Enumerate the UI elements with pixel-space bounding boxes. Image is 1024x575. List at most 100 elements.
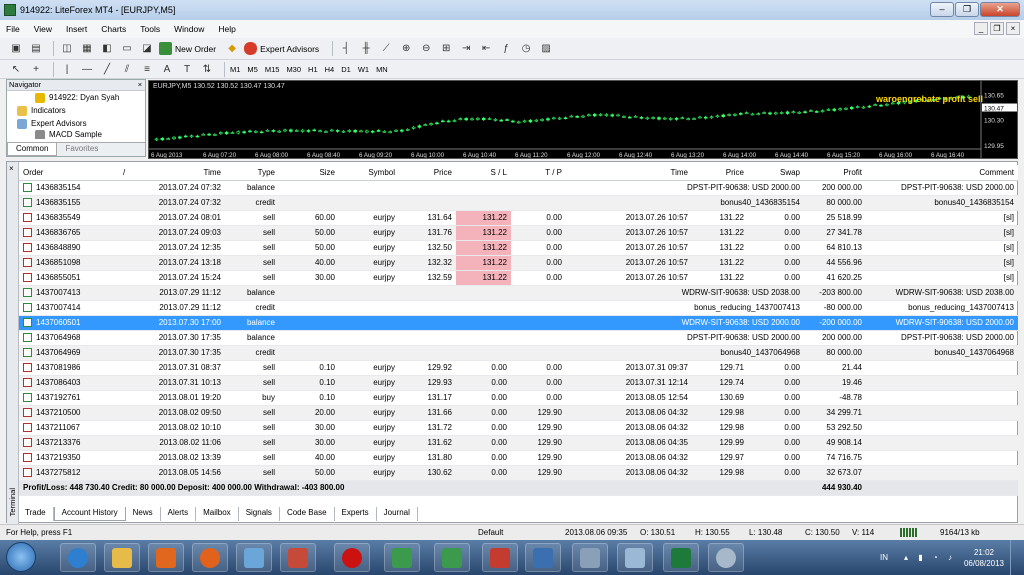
vertical-line-icon[interactable]: | [59,62,75,77]
table-row[interactable]: 1437211067 2013.08.02 10:10 sell 30.00 eurjp… [19,420,1018,436]
col-comment[interactable]: Comment [866,165,1018,181]
timeframe-w1[interactable]: W1 [358,65,369,74]
menu-window[interactable]: Window [174,24,204,34]
table-row[interactable]: 1437192761 2013.08.01 19:20 buy 0.10 eurjpy 1… [19,390,1018,406]
restore-button[interactable]: ❐ [955,2,979,17]
tab-experts[interactable]: Experts [335,507,377,521]
mdi-restore-button[interactable]: ❐ [990,22,1004,35]
col-order[interactable]: Order [19,165,119,181]
menu-file[interactable]: File [6,24,20,34]
fibonacci-icon[interactable]: ≡ [139,62,155,77]
auto-scroll-icon[interactable]: ⇥ [458,41,474,56]
line-chart-icon[interactable]: ⟋ [378,41,394,56]
taskbar-app-icon[interactable] [617,543,653,572]
taskbar-app-icon[interactable] [280,543,316,572]
tab-common[interactable]: Common [7,143,58,156]
tray-icons[interactable]: ▴ ▮ ◔ ♪ [904,553,956,562]
bar-chart-icon[interactable]: ┤ [338,41,354,56]
menu-insert[interactable]: Insert [66,24,87,34]
taskbar-firefox-icon[interactable] [192,543,228,572]
taskbar-explorer-icon[interactable] [104,543,140,572]
timeframe-m15[interactable]: M15 [265,65,280,74]
zoom-out-icon[interactable]: ⊖ [418,41,434,56]
terminal-icon[interactable]: ▭ [119,41,135,56]
taskbar-opera-icon[interactable] [334,543,370,572]
taskbar-app-icon[interactable] [482,543,518,572]
col-symbol[interactable]: Symbol [339,165,399,181]
channel-icon[interactable]: ⫽ [119,62,135,77]
periods-icon[interactable]: ◷ [518,41,534,56]
timeframe-m5[interactable]: M5 [247,65,257,74]
tab-journal[interactable]: Journal [377,507,418,521]
taskbar-paint-icon[interactable] [236,543,272,572]
table-row[interactable]: 1437007413 2013.07.29 11:12 balance WDRW-SI… [19,285,1018,301]
tab-signals[interactable]: Signals [239,507,280,521]
taskbar-network-icon[interactable] [525,543,561,572]
taskbar-calculator-icon[interactable] [572,543,608,572]
tab-trade[interactable]: Trade [18,507,54,521]
taskbar-excel-icon[interactable] [663,543,699,572]
horizontal-line-icon[interactable]: — [79,62,95,77]
mdi-minimize-button[interactable]: _ [974,22,988,35]
col-swap[interactable]: Swap [748,165,804,181]
tab-news[interactable]: News [126,507,161,521]
table-row[interactable]: 1436835549 2013.07.24 08:01 sell 60.00 eurjp… [19,210,1018,226]
table-row[interactable]: 1437060501 2013.07.30 17:00 balance WDRW-SI… [19,315,1018,331]
arrows-icon[interactable]: ⇅ [199,62,215,77]
profiles-icon[interactable]: ▤ [28,41,44,56]
new-order-button[interactable]: New Order [159,42,216,55]
menu-view[interactable]: View [34,24,52,34]
col-close-price[interactable]: Price [692,165,748,181]
table-row[interactable]: 1437064969 2013.07.30 17:35 credit bonus40_… [19,345,1018,361]
col-sort[interactable]: / [119,165,149,181]
table-row[interactable]: 1436851098 2013.07.24 13:18 sell 40.00 eurjp… [19,255,1018,271]
col-price[interactable]: Price [399,165,456,181]
text-icon[interactable]: A [159,62,175,77]
taskbar-app-icon[interactable] [708,543,744,572]
timeframe-h1[interactable]: H1 [308,65,318,74]
language-indicator[interactable]: IN [880,553,888,562]
new-chart-icon[interactable]: ▣ [8,41,24,56]
price-chart[interactable]: 130.65130.47130.30129.95130.476 Aug 2013… [148,80,1018,159]
timeframe-h4[interactable]: H4 [325,65,335,74]
table-row[interactable]: 1437007414 2013.07.29 11:12 credit bonus_re… [19,300,1018,316]
navigator-close-icon[interactable]: × [135,80,145,90]
nav-item-indicators[interactable]: Indicators [7,104,145,117]
table-row[interactable]: 1436848890 2013.07.24 12:35 sell 50.00 eurjp… [19,240,1018,256]
table-row[interactable]: 1437081986 2013.07.31 08:37 sell 0.10 eurjpy… [19,360,1018,376]
navigator-icon[interactable]: ◧ [99,41,115,56]
timeframe-d1[interactable]: D1 [341,65,351,74]
metaeditor-icon[interactable]: ◆ [224,41,240,56]
clock[interactable]: 21:02 06/08/2013 [964,547,1004,569]
candlestick-icon[interactable]: ╫ [358,41,374,56]
col-profit[interactable]: Profit [804,165,866,181]
table-row[interactable]: 1436835154 2013.07.24 07:32 balance DPST-PI… [19,180,1018,196]
table-row[interactable]: 1436835155 2013.07.24 07:32 credit bonus40_… [19,195,1018,211]
nav-item-account[interactable]: 914922: Dyan Syah [7,91,145,104]
timeframe-m1[interactable]: M1 [230,65,240,74]
tab-code-base[interactable]: Code Base [280,507,335,521]
col-time[interactable]: Time [149,165,225,181]
tab-favorites[interactable]: Favorites [57,143,106,156]
taskbar-ie-icon[interactable] [60,543,96,572]
tab-mailbox[interactable]: Mailbox [196,507,239,521]
strategy-tester-icon[interactable]: ◪ [139,41,155,56]
table-row[interactable]: 1437275812 2013.08.05 14:56 sell 50.00 eurjp… [19,465,1018,481]
start-button[interactable] [6,542,36,572]
terminal-close-icon[interactable]: × [9,164,14,173]
table-row[interactable]: 1437213376 2013.08.02 11:06 sell 30.00 eurjp… [19,435,1018,451]
menu-tools[interactable]: Tools [140,24,160,34]
taskbar-mt4-icon[interactable] [434,543,470,572]
mdi-close-button[interactable]: × [1006,22,1020,35]
taskbar-media-player-icon[interactable] [148,543,184,572]
table-row[interactable]: 1437219350 2013.08.02 13:39 sell 40.00 eurjp… [19,450,1018,466]
col-sl[interactable]: S / L [456,165,511,181]
data-window-icon[interactable]: ▦ [79,41,95,56]
table-row[interactable]: 1436836765 2013.07.24 09:03 sell 50.00 eurjp… [19,225,1018,241]
close-button[interactable]: ✕ [980,2,1020,17]
nav-item-expert-advisors[interactable]: Expert Advisors [7,117,145,130]
table-row[interactable]: 1437064968 2013.07.30 17:35 balance DPST-PI… [19,330,1018,346]
tab-account-history[interactable]: Account History [53,507,126,521]
tile-windows-icon[interactable]: ⊞ [438,41,454,56]
crosshair-icon[interactable]: + [28,62,44,77]
